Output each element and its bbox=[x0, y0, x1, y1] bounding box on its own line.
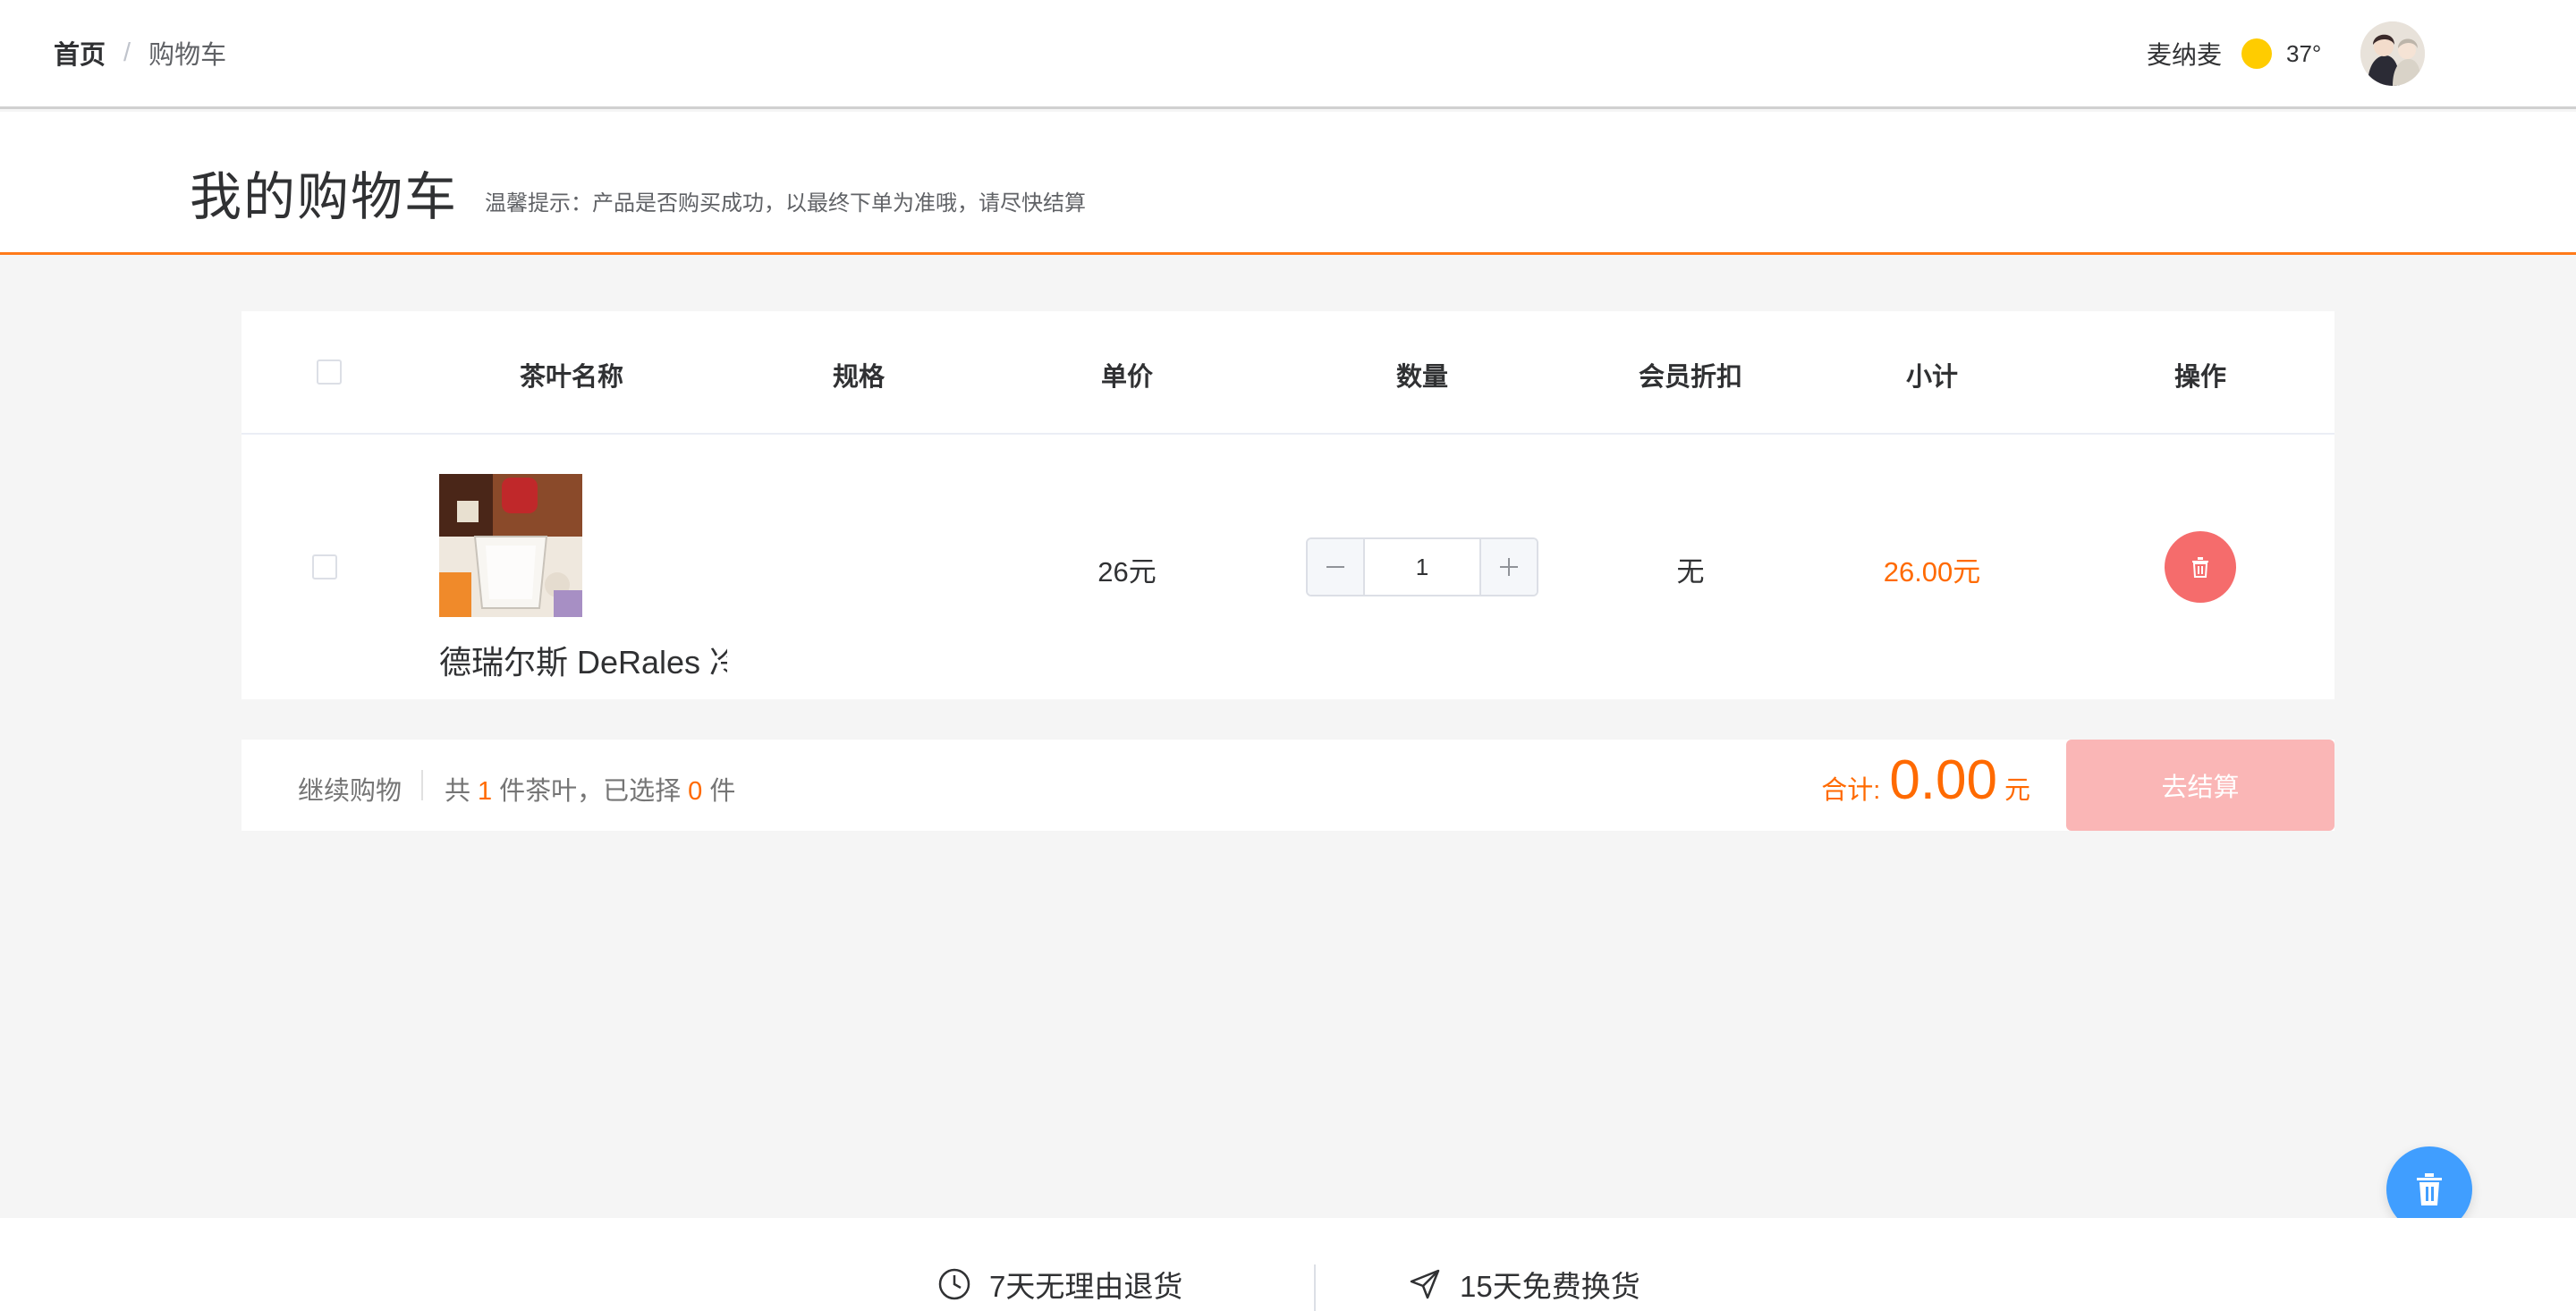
minus-icon bbox=[1326, 566, 1344, 568]
row-subtotal: 26.00元 bbox=[1883, 556, 1981, 588]
clock-icon bbox=[938, 1268, 970, 1300]
trash-icon bbox=[2417, 1173, 2442, 1205]
service-divider bbox=[1314, 1264, 1316, 1311]
service-strip: 7天无理由退货 15天免费换货 bbox=[0, 1218, 2576, 1311]
username[interactable]: 麦纳麦 bbox=[2147, 36, 2222, 72]
top-bar: 首页 / 购物车 麦纳麦 37° bbox=[0, 0, 2576, 109]
continue-shopping-link[interactable]: 继续购物 bbox=[298, 770, 402, 808]
quantity-input[interactable]: 1 bbox=[1365, 539, 1479, 595]
product-name[interactable]: 德瑞尔斯 DeRales 冷 bbox=[439, 637, 727, 683]
quantity-minus-button[interactable] bbox=[1308, 539, 1365, 595]
cart-count-summary: 共 1 件茶叶，已选择 0 件 bbox=[445, 770, 735, 808]
service-return-label: 7天无理由退货 bbox=[989, 1270, 1183, 1303]
send-icon bbox=[1410, 1269, 1440, 1299]
select-all-checkbox[interactable] bbox=[317, 359, 342, 385]
delete-item-button[interactable] bbox=[2165, 531, 2236, 603]
page-tip: 温馨提示：产品是否购买成功，以最终下单为准哦，请尽快结算 bbox=[485, 191, 1086, 216]
total-amount: 合计: 0.00 元 bbox=[1821, 749, 2030, 812]
header-action: 操作 bbox=[2174, 363, 2227, 392]
count-prefix: 共 bbox=[445, 777, 471, 806]
title-band: 我的购物车 温馨提示：产品是否购买成功，以最终下单为准哦，请尽快结算 bbox=[0, 112, 2576, 255]
service-exchange-label: 15天免费换货 bbox=[1460, 1270, 1640, 1303]
cart-footer: 继续购物 共 1 件茶叶，已选择 0 件 合计: 0.00 元 去结算 bbox=[242, 740, 2334, 831]
header-price: 单价 bbox=[1100, 363, 1154, 392]
sun-icon bbox=[2241, 38, 2273, 69]
quantity-plus-button[interactable] bbox=[1479, 539, 1537, 595]
header-quantity: 数量 bbox=[1395, 363, 1449, 392]
quantity-stepper: 1 bbox=[1306, 537, 1538, 596]
row-checkbox[interactable] bbox=[312, 554, 337, 579]
count-suffix: 件 bbox=[709, 777, 736, 806]
breadcrumb-separator: / bbox=[123, 38, 131, 67]
count-middle: 件茶叶，已选择 bbox=[499, 777, 682, 806]
service-item-return: 7天无理由退货 bbox=[937, 1263, 1182, 1306]
product-image[interactable] bbox=[439, 474, 582, 617]
breadcrumb-home-link[interactable]: 首页 bbox=[54, 34, 106, 72]
breadcrumb-current: 购物车 bbox=[148, 41, 227, 70]
checkout-button[interactable]: 去结算 bbox=[2066, 740, 2334, 831]
temperature: 37° bbox=[2286, 39, 2322, 67]
table-row: 德瑞尔斯 DeRales 冷 26元 1 无 26.00元 bbox=[242, 435, 2334, 699]
breadcrumb: 首页 / 购物车 bbox=[54, 34, 226, 72]
header-spec: 规格 bbox=[832, 363, 886, 392]
avatar[interactable] bbox=[2360, 21, 2426, 86]
cart-table: 茶叶名称 规格 单价 数量 会员折扣 小计 操作 德瑞尔斯 DeRales 冷 … bbox=[242, 311, 2334, 699]
trash-icon bbox=[2192, 557, 2208, 578]
page-title: 我的购物车 bbox=[190, 168, 459, 226]
unit-price: 26元 bbox=[1097, 556, 1157, 588]
total-value: 0.00 bbox=[1889, 749, 1997, 811]
total-unit: 元 bbox=[2004, 776, 2030, 805]
total-count: 1 bbox=[478, 777, 493, 806]
user-info: 麦纳麦 37° bbox=[2147, 21, 2426, 86]
header-name: 茶叶名称 bbox=[519, 363, 624, 392]
selected-count: 0 bbox=[688, 777, 703, 806]
total-label: 合计: bbox=[1821, 776, 1881, 805]
plus-icon bbox=[1500, 558, 1518, 576]
service-item-exchange: 15天免费换货 bbox=[1408, 1263, 1640, 1306]
header-discount: 会员折扣 bbox=[1638, 363, 1743, 392]
header-subtotal: 小计 bbox=[1905, 363, 1959, 392]
footer-divider bbox=[421, 770, 423, 800]
cart-table-header: 茶叶名称 规格 单价 数量 会员折扣 小计 操作 bbox=[242, 311, 2334, 435]
member-discount: 无 bbox=[1676, 556, 1705, 588]
